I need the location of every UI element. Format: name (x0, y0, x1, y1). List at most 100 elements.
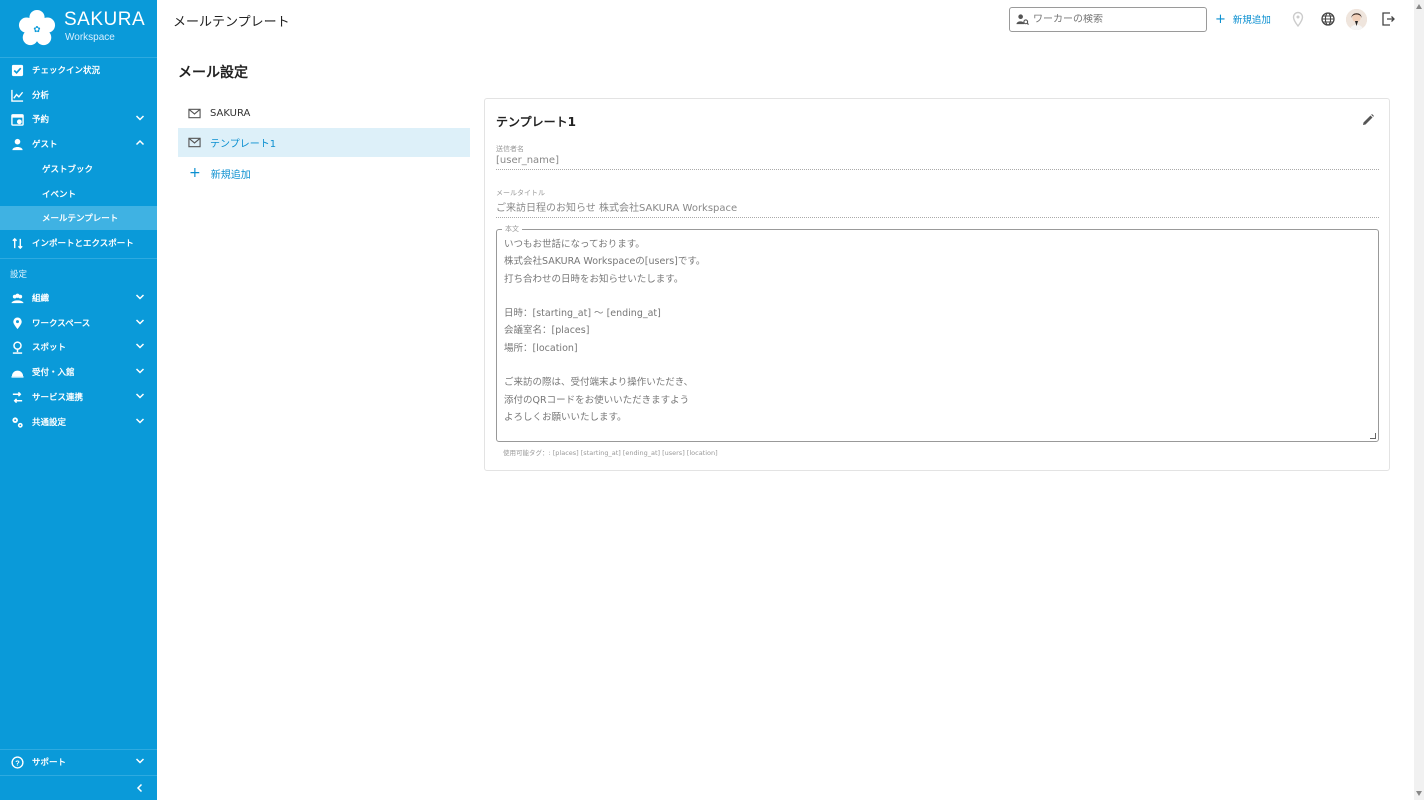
mail-body-text: いつもお世話になっております。 株式会社SAKURA Workspaceの[us… (504, 239, 706, 423)
chevron-down-icon (135, 115, 145, 121)
worker-search[interactable] (1009, 7, 1207, 32)
reception-icon (10, 365, 24, 379)
sidebar-item-label: ワークスペース (32, 319, 91, 329)
sidebar-item-label: スポット (32, 343, 67, 353)
calendar-icon (10, 112, 24, 126)
chevron-left-icon[interactable] (135, 783, 145, 793)
globe-icon[interactable] (1320, 11, 1336, 27)
brand-name: SAKURA (64, 9, 146, 30)
chevron-down-icon (135, 368, 145, 374)
sidebar-item-reservation[interactable]: 予約 (0, 107, 157, 131)
spot-icon (10, 340, 24, 354)
location-pin-icon (10, 316, 24, 330)
sidebar-item-analytics[interactable]: 分析 (0, 83, 157, 107)
plus-icon: + (189, 165, 201, 181)
location-off-icon[interactable] (1290, 11, 1306, 27)
available-tags-hint: 使用可能タグ：: [places] [starting_at] [ending_… (503, 449, 718, 457)
sidebar: ✿ SAKURA Workspace チェックイン状況 分析 予約 ゲスト ゲス… (0, 0, 157, 800)
sender-name-field[interactable]: [user_name] (496, 155, 1379, 170)
template-item-label: SAKURA (210, 108, 251, 119)
section-title: メール設定 (178, 65, 248, 81)
header-add-label: 新規追加 (1232, 15, 1271, 26)
sidebar-item-label: サポート (32, 758, 67, 768)
brand-sub: Workspace (65, 32, 115, 43)
sidebar-item-support[interactable]: ? サポート (0, 750, 157, 774)
person-icon (10, 137, 24, 151)
sidebar-item-label: 受付・入館 (32, 368, 75, 378)
sidebar-item-reception[interactable]: 受付・入館 (0, 360, 157, 384)
svg-text:?: ? (15, 758, 20, 767)
sidebar-item-label: インポートとエクスポート (32, 239, 134, 249)
resize-handle-icon[interactable] (1370, 433, 1376, 439)
plus-icon: + (1215, 11, 1226, 27)
scroll-down-icon[interactable] (1416, 791, 1422, 796)
mail-body-label: 本文 (502, 224, 522, 234)
mail-icon (188, 108, 201, 119)
sidebar-item-workspace[interactable]: ワークスペース (0, 311, 157, 335)
divider (0, 775, 157, 776)
chevron-down-icon (135, 294, 145, 300)
sidebar-item-label: ゲストブック (42, 165, 94, 175)
help-icon: ? (10, 755, 24, 769)
template-detail-card: テンプレート1 送信者名 [user_name] メールタイトル ご来訪日程のお… (484, 98, 1390, 471)
sidebar-item-label: 分析 (32, 91, 50, 101)
service-link-icon (10, 390, 24, 404)
chevron-up-icon (135, 139, 145, 146)
template-item-template1[interactable]: テンプレート1 (178, 128, 470, 157)
sakura-logo-icon: ✿ (18, 9, 56, 46)
chevron-down-icon (135, 393, 145, 399)
sidebar-item-mail-template[interactable]: メールテンプレート (0, 206, 157, 230)
sender-name-label: 送信者名 (496, 145, 524, 153)
template-item-label: テンプレート1 (210, 139, 277, 150)
mail-icon (188, 137, 201, 148)
mail-body-textarea[interactable]: 本文 いつもお世話になっております。 株式会社SAKURA Workspaceの… (496, 224, 1379, 442)
divider (0, 258, 157, 259)
page-title: メールテンプレート (173, 15, 290, 30)
add-template-label: 新規追加 (210, 169, 251, 181)
settings-section-label: 設定 (10, 270, 28, 280)
sidebar-item-guestbook[interactable]: ゲストブック (0, 157, 157, 181)
page-scrollbar[interactable] (1414, 0, 1424, 800)
user-avatar[interactable] (1346, 9, 1367, 30)
mail-title-field[interactable]: ご来訪日程のお知らせ 株式会社SAKURA Workspace (496, 199, 1379, 218)
sidebar-item-checkin[interactable]: チェックイン状況 (0, 58, 157, 82)
sidebar-item-label: ゲスト (32, 140, 58, 150)
sidebar-item-common-settings[interactable]: 共通設定 (0, 410, 157, 434)
sidebar-item-label: 共通設定 (32, 418, 67, 428)
sidebar-item-guest[interactable]: ゲスト (0, 132, 157, 156)
search-input[interactable] (1033, 14, 1193, 25)
person-search-icon (1016, 14, 1029, 26)
sidebar-item-label: サービス連携 (32, 393, 84, 403)
import-export-icon (10, 236, 24, 250)
sidebar-item-import-export[interactable]: インポートとエクスポート (0, 231, 157, 255)
avatar-image (1346, 9, 1367, 30)
sidebar-item-label: イベント (42, 190, 77, 200)
brand-logo[interactable]: ✿ SAKURA Workspace (0, 0, 157, 56)
settings-icon (10, 415, 24, 429)
sidebar-item-service-link[interactable]: サービス連携 (0, 385, 157, 409)
sidebar-item-label: 予約 (32, 115, 50, 125)
chevron-down-icon (135, 343, 145, 349)
chevron-down-icon (135, 418, 145, 424)
logout-icon[interactable] (1380, 11, 1396, 27)
sidebar-item-spot[interactable]: スポット (0, 335, 157, 359)
card-title: テンプレート1 (496, 115, 576, 129)
chevron-down-icon (135, 758, 145, 764)
sidebar-item-organization[interactable]: 組織 (0, 286, 157, 310)
sidebar-item-label: チェックイン状況 (32, 66, 101, 76)
svg-text:✿: ✿ (33, 25, 40, 35)
pencil-icon[interactable] (1361, 113, 1375, 127)
checkbox-icon (10, 63, 24, 77)
scroll-up-icon[interactable] (1416, 4, 1422, 9)
chevron-down-icon (135, 319, 145, 325)
sidebar-item-label: メールテンプレート (42, 214, 119, 224)
chart-icon (10, 88, 24, 102)
group-icon (10, 291, 24, 305)
top-header: メールテンプレート + 新規追加 (157, 0, 1414, 40)
header-add-button[interactable]: + 新規追加 (1215, 11, 1271, 27)
add-template-button[interactable]: + 新規追加 (178, 160, 470, 186)
template-item-sakura[interactable]: SAKURA (178, 99, 470, 128)
sidebar-item-event[interactable]: イベント (0, 182, 157, 206)
mail-title-label: メールタイトル (496, 189, 545, 197)
sidebar-item-label: 組織 (32, 294, 50, 304)
